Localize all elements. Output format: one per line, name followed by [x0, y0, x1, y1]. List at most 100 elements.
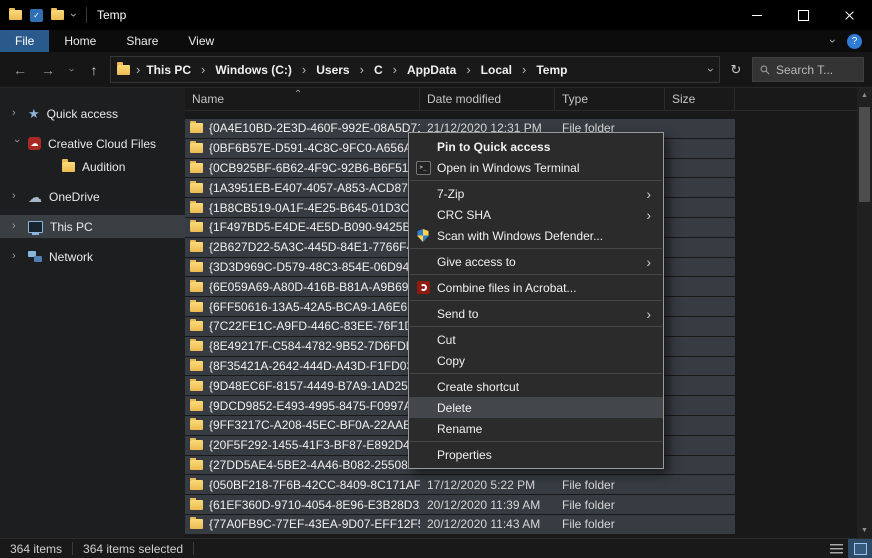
- breadcrumb-separator-icon[interactable]: ›: [302, 63, 306, 76]
- chevron-icon[interactable]: ›: [12, 221, 21, 232]
- sidebar-item-label: OneDrive: [49, 190, 100, 204]
- menu-separator: [410, 441, 662, 442]
- menu-item-label: CRC SHA: [437, 208, 491, 222]
- breadcrumb: This PC › Windows (C:) › Users › C › AppData › Loc…: [146, 63, 567, 77]
- scroll-down-icon[interactable]: ▼: [857, 523, 872, 538]
- breadcrumb-item[interactable]: This PC: [146, 63, 191, 77]
- menu-item-crc-sha[interactable]: CRC SHA›: [409, 204, 663, 225]
- menu-item-7-zip[interactable]: 7-Zip›: [409, 183, 663, 204]
- breadcrumb-item[interactable]: Temp: [536, 63, 567, 77]
- breadcrumb-separator-icon[interactable]: ›: [466, 63, 470, 76]
- details-view-button[interactable]: [824, 539, 848, 558]
- column-header-size[interactable]: Size: [665, 88, 735, 110]
- defender-shield-icon: [417, 229, 429, 242]
- breadcrumb-item[interactable]: Local: [481, 63, 512, 77]
- breadcrumb-separator-icon[interactable]: ›: [360, 63, 364, 76]
- file-name: {050BF218-7F6B-42CC-8409-8C171AF0A8...: [209, 478, 420, 492]
- customize-toolbar-chevron-icon[interactable]: ›: [68, 13, 80, 17]
- forward-button[interactable]: →: [36, 62, 60, 78]
- tab-home[interactable]: Home: [49, 30, 111, 52]
- folder-icon: [190, 500, 203, 510]
- file-name-cell: {8F35421A-2642-444D-A43D-F1FD0309C...: [185, 359, 420, 373]
- recent-locations-chevron-icon[interactable]: ›: [66, 63, 76, 77]
- breadcrumb-item[interactable]: Users: [316, 63, 349, 77]
- breadcrumb-item[interactable]: Windows (C:): [215, 63, 292, 77]
- breadcrumb-item[interactable]: C: [374, 63, 383, 77]
- refresh-icon[interactable]: ↻: [724, 62, 748, 78]
- sidebar-item-network[interactable]: ›Network: [0, 245, 185, 268]
- column-header-type[interactable]: Type: [555, 88, 665, 110]
- menu-item-send-to[interactable]: Send to›: [409, 303, 663, 324]
- sidebar-item-label: Creative Cloud Files: [48, 137, 156, 151]
- folder-icon: [190, 183, 203, 193]
- menu-item-label: Combine files in Acrobat...: [437, 281, 576, 295]
- menu-item-pin-to-quick-access[interactable]: Pin to Quick access: [409, 136, 663, 157]
- properties-toolbar-icon[interactable]: ✓: [30, 9, 43, 22]
- chevron-icon[interactable]: ›: [12, 251, 21, 262]
- vertical-scrollbar[interactable]: ▲ ▼: [857, 88, 872, 538]
- quick-access-toolbar: ✓ › Temp: [0, 7, 126, 23]
- menu-item-create-shortcut[interactable]: Create shortcut: [409, 376, 663, 397]
- folder-icon: [190, 321, 203, 331]
- sidebar-item-onedrive[interactable]: ›☁OneDrive: [0, 185, 185, 208]
- menu-item-combine-files-in-acrobat[interactable]: Combine files in Acrobat...: [409, 277, 663, 298]
- selection-count: 364 items selected: [83, 542, 183, 556]
- file-row[interactable]: {050BF218-7F6B-42CC-8409-8C171AF0A8...17…: [185, 475, 735, 494]
- sidebar-item-this-pc[interactable]: ›This PC: [0, 215, 185, 238]
- sidebar-item-audition[interactable]: Audition: [0, 155, 185, 178]
- breadcrumb-separator-icon[interactable]: ›: [522, 63, 526, 76]
- search-input[interactable]: [776, 63, 856, 77]
- menu-separator: [410, 300, 662, 301]
- menu-item-label: Open in Windows Terminal: [437, 161, 580, 175]
- up-button[interactable]: ↑: [82, 62, 106, 78]
- sidebar-item-quick-access[interactable]: ›★Quick access: [0, 102, 185, 125]
- tab-file[interactable]: File: [0, 30, 49, 52]
- large-icons-view-icon: [854, 543, 867, 555]
- address-field[interactable]: › This PC › Windows (C:) › Users › C › AppData › L…: [110, 56, 720, 83]
- menu-item-scan-with-windows-defender[interactable]: Scan with Windows Defender...: [409, 225, 663, 246]
- tab-view[interactable]: View: [173, 30, 229, 52]
- scrollbar-track[interactable]: [857, 103, 872, 523]
- chevron-icon[interactable]: ›: [12, 191, 21, 202]
- minimize-button[interactable]: [734, 0, 780, 30]
- chevron-icon[interactable]: ›: [11, 139, 22, 148]
- chevron-icon[interactable]: ›: [12, 108, 21, 119]
- sidebar-item-creative-cloud-files[interactable]: ›☁Creative Cloud Files: [0, 132, 185, 155]
- maximize-button[interactable]: [780, 0, 826, 30]
- menu-separator: [410, 274, 662, 275]
- expand-ribbon-chevron-icon[interactable]: ›: [827, 39, 839, 43]
- file-name: {20F5F292-1455-41F3-BF87-E892D49F749C: [209, 438, 420, 452]
- explorer-window: ✓ › Temp FileHomeShareView › ? ← → › ↑ ›…: [0, 0, 872, 558]
- menu-icon-gutter: >_: [409, 161, 437, 175]
- menu-item-open-in-windows-terminal[interactable]: >_Open in Windows Terminal: [409, 157, 663, 178]
- search-box[interactable]: [752, 57, 864, 82]
- file-row[interactable]: {61EF360D-9710-4054-8E96-E3B28D32FCE...2…: [185, 495, 735, 514]
- column-header-label: Size: [672, 92, 695, 106]
- menu-item-delete[interactable]: Delete: [409, 397, 663, 418]
- file-row[interactable]: {77A0FB9C-77EF-43EA-9D07-EFF12F5220...20…: [185, 515, 735, 534]
- new-folder-toolbar-icon[interactable]: [51, 10, 64, 20]
- title-bar: ✓ › Temp: [0, 0, 872, 30]
- large-icons-view-button[interactable]: [848, 539, 872, 558]
- breadcrumb-separator-icon[interactable]: ›: [393, 63, 397, 76]
- tab-share[interactable]: Share: [111, 30, 173, 52]
- address-dropdown-chevron-icon[interactable]: ›: [705, 68, 717, 72]
- file-name-cell: {61EF360D-9710-4054-8E96-E3B28D32FCE...: [185, 498, 420, 512]
- close-button[interactable]: [826, 0, 872, 30]
- breadcrumb-separator-icon[interactable]: ›: [201, 63, 205, 76]
- back-button[interactable]: ←: [8, 62, 32, 78]
- menu-item-rename[interactable]: Rename: [409, 418, 663, 439]
- menu-icon-gutter: [409, 229, 437, 242]
- breadcrumb-item[interactable]: AppData: [407, 63, 456, 77]
- scroll-up-icon[interactable]: ▲: [857, 88, 872, 103]
- scrollbar-thumb[interactable]: [859, 107, 870, 202]
- menu-item-cut[interactable]: Cut: [409, 329, 663, 350]
- app-folder-icon: [9, 10, 22, 20]
- menu-item-give-access-to[interactable]: Give access to›: [409, 251, 663, 272]
- file-name-cell: {9FF3217C-A208-45EC-BF0A-22AAE73669...: [185, 418, 420, 432]
- column-header-date-modified[interactable]: Date modified: [420, 88, 555, 110]
- help-icon[interactable]: ?: [847, 34, 862, 49]
- menu-item-properties[interactable]: Properties: [409, 444, 663, 465]
- menu-item-copy[interactable]: Copy: [409, 350, 663, 371]
- breadcrumb-separator-icon[interactable]: ›: [136, 63, 140, 76]
